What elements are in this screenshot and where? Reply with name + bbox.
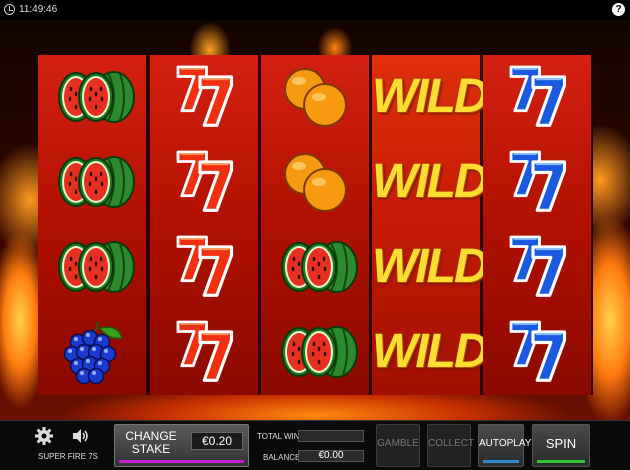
reel-3 [261, 55, 369, 395]
symbol-seven-blue [483, 140, 591, 225]
watermelon-icon [58, 71, 135, 123]
total-win-value [298, 430, 364, 442]
clock-icon [4, 4, 15, 15]
spin-accent-bar [537, 460, 585, 463]
collect-button[interactable]: COLLECT [427, 424, 474, 467]
change-stake-button[interactable]: CHANGE STAKE €0.20 [114, 424, 249, 467]
reel-area[interactable]: WILD WILD WILD WILD [38, 55, 593, 395]
symbol-watermelon [38, 140, 146, 225]
wild-label: WILD [372, 240, 489, 293]
symbol-seven-blue [483, 225, 591, 310]
control-panel: SUPER FIRE 7S CHANGE STAKE €0.20 TOTAL W… [0, 420, 630, 470]
reel-5 [483, 55, 591, 395]
symbol-seven-red [150, 225, 258, 310]
symbol-watermelon [38, 225, 146, 310]
stake-value: €0.20 [191, 432, 243, 450]
spin-label: SPIN [545, 436, 577, 451]
stake-accent-bar [119, 460, 244, 463]
symbol-watermelon [261, 225, 369, 310]
symbol-seven-blue [483, 310, 591, 395]
symbol-orange [261, 55, 369, 140]
wild-label: WILD [372, 70, 489, 123]
game-name: SUPER FIRE 7S [38, 452, 99, 461]
total-win-label: TOTAL WIN [257, 432, 300, 441]
gamble-button[interactable]: GAMBLE [376, 424, 420, 467]
seven-red-icon [176, 320, 234, 382]
symbol-plum [38, 310, 146, 395]
symbol-orange [261, 140, 369, 225]
symbol-wild: WILD [372, 140, 489, 225]
orange-icon [284, 153, 347, 212]
wild-label: WILD [372, 325, 489, 378]
symbol-watermelon [261, 310, 369, 395]
symbol-seven-red [150, 140, 258, 225]
symbol-wild: WILD [372, 55, 489, 140]
spin-button[interactable]: SPIN [532, 424, 590, 467]
symbol-wild: WILD [372, 310, 489, 395]
autoplay-label: AUTOPLAY [479, 438, 532, 449]
balance-label: BALANCE [263, 453, 301, 462]
seven-red-icon [176, 150, 234, 212]
wild-label: WILD [372, 155, 489, 208]
symbol-seven-red [150, 310, 258, 395]
seven-blue-icon [509, 65, 567, 127]
reel-4: WILD WILD WILD WILD [372, 55, 489, 395]
help-icon[interactable]: ? [612, 3, 625, 16]
autoplay-button[interactable]: AUTOPLAY [478, 424, 531, 467]
reel-1 [38, 55, 146, 395]
seven-red-icon [176, 235, 234, 297]
symbol-watermelon [38, 55, 146, 140]
clock-time: 11:49:46 [19, 4, 58, 15]
gear-icon[interactable] [34, 426, 54, 446]
symbol-seven-red [150, 55, 258, 140]
watermelon-icon [281, 241, 358, 293]
plum-icon [63, 321, 123, 385]
seven-blue-icon [509, 235, 567, 297]
seven-blue-icon [509, 320, 567, 382]
autoplay-accent-bar [483, 460, 519, 463]
seven-red-icon [176, 65, 234, 127]
watermelon-icon [281, 326, 358, 378]
top-bar: 11:49:46 ? [0, 0, 630, 20]
balance-value: €0.00 [298, 450, 364, 462]
watermelon-icon [58, 241, 135, 293]
orange-icon [284, 68, 347, 127]
change-stake-label: CHANGE STAKE [125, 429, 177, 456]
symbol-wild: WILD [372, 225, 489, 310]
sound-icon[interactable] [70, 426, 90, 446]
seven-blue-icon [509, 150, 567, 212]
symbol-seven-blue [483, 55, 591, 140]
reel-2 [150, 55, 258, 395]
watermelon-icon [58, 156, 135, 208]
